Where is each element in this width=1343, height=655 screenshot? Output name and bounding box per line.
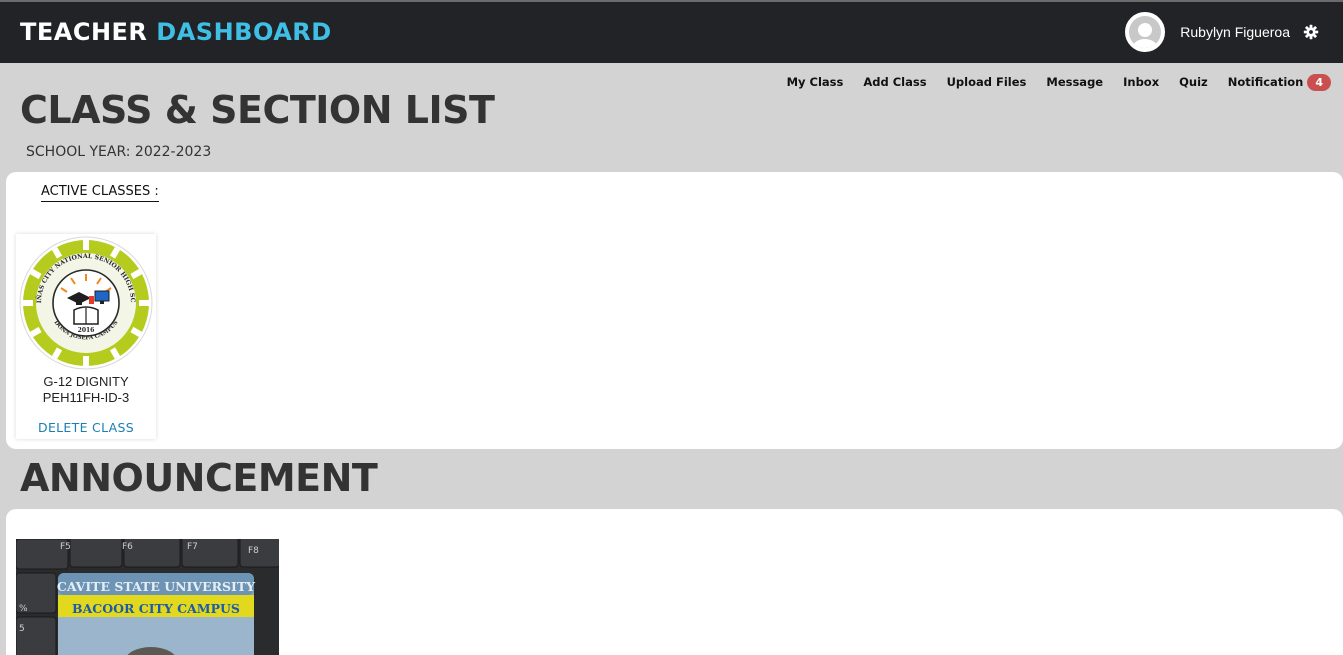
nav-quiz[interactable]: Quiz	[1179, 75, 1208, 89]
class-card[interactable]: LAS PIÑAS CITY NATIONAL SENIOR HIGH SCHO…	[16, 234, 156, 439]
notification-count-badge: 4	[1307, 73, 1331, 91]
brand-accent: DASHBOARD	[156, 18, 332, 46]
app-brand[interactable]: TEACHER DASHBOARD	[20, 18, 332, 46]
announcement-image[interactable]: F5 F6 F7 F8 % 5 CAVITE STATE UNIVERSITY …	[16, 539, 279, 655]
school-year: SCHOOL YEAR: 2022-2023	[26, 144, 212, 160]
class-name: G-12 DIGNITY	[43, 374, 129, 389]
nav-notification-label: Notification	[1227, 74, 1304, 89]
username[interactable]: Rubylyn Figueroa	[1180, 24, 1290, 40]
key-label: F7	[187, 542, 198, 552]
key-label: F8	[248, 546, 259, 556]
nav-add-class[interactable]: Add Class	[863, 75, 926, 89]
announcement-title: ANNOUNCEMENT	[20, 456, 378, 500]
logo-year: 2016	[78, 327, 95, 334]
nav-message[interactable]: Message	[1046, 75, 1103, 89]
card-line-2: BACOOR CITY CAMPUS	[72, 601, 240, 616]
school-logo[interactable]: LAS PIÑAS CITY NATIONAL SENIOR HIGH SCHO…	[19, 236, 153, 370]
top-navbar: TEACHER DASHBOARD Rubylyn Figueroa	[0, 0, 1343, 63]
user-menu: Rubylyn Figueroa	[1125, 12, 1319, 52]
page-title: CLASS & SECTION LIST	[20, 88, 495, 132]
key-label: F5	[60, 542, 71, 552]
main-nav: My Class Add Class Upload Files Message …	[787, 72, 1331, 92]
announcement-panel: F5 F6 F7 F8 % 5 CAVITE STATE UNIVERSITY …	[6, 509, 1343, 655]
delete-class-button[interactable]: DELETE CLASS	[16, 420, 156, 435]
svg-text:%: %	[19, 604, 28, 614]
nav-notification[interactable]: Notification 4	[1227, 73, 1331, 91]
svg-text:5: 5	[19, 624, 25, 634]
class-code: PEH11FH-ID-3	[42, 390, 130, 405]
active-classes-panel: ACTIVE CLASSES : IÑAS CITY NATIONAL SENI…	[6, 172, 1343, 449]
nav-my-class[interactable]: My Class	[787, 75, 844, 89]
nav-inbox[interactable]: Inbox	[1123, 75, 1159, 89]
brand-primary: TEACHER	[20, 18, 148, 46]
active-classes-label: ACTIVE CLASSES :	[41, 184, 159, 202]
nav-upload-files[interactable]: Upload Files	[947, 75, 1027, 89]
card-line-1: CAVITE STATE UNIVERSITY	[57, 579, 256, 594]
user-avatar-icon[interactable]	[1125, 12, 1166, 52]
key-label: F6	[122, 542, 133, 552]
gear-icon[interactable]	[1303, 24, 1319, 40]
